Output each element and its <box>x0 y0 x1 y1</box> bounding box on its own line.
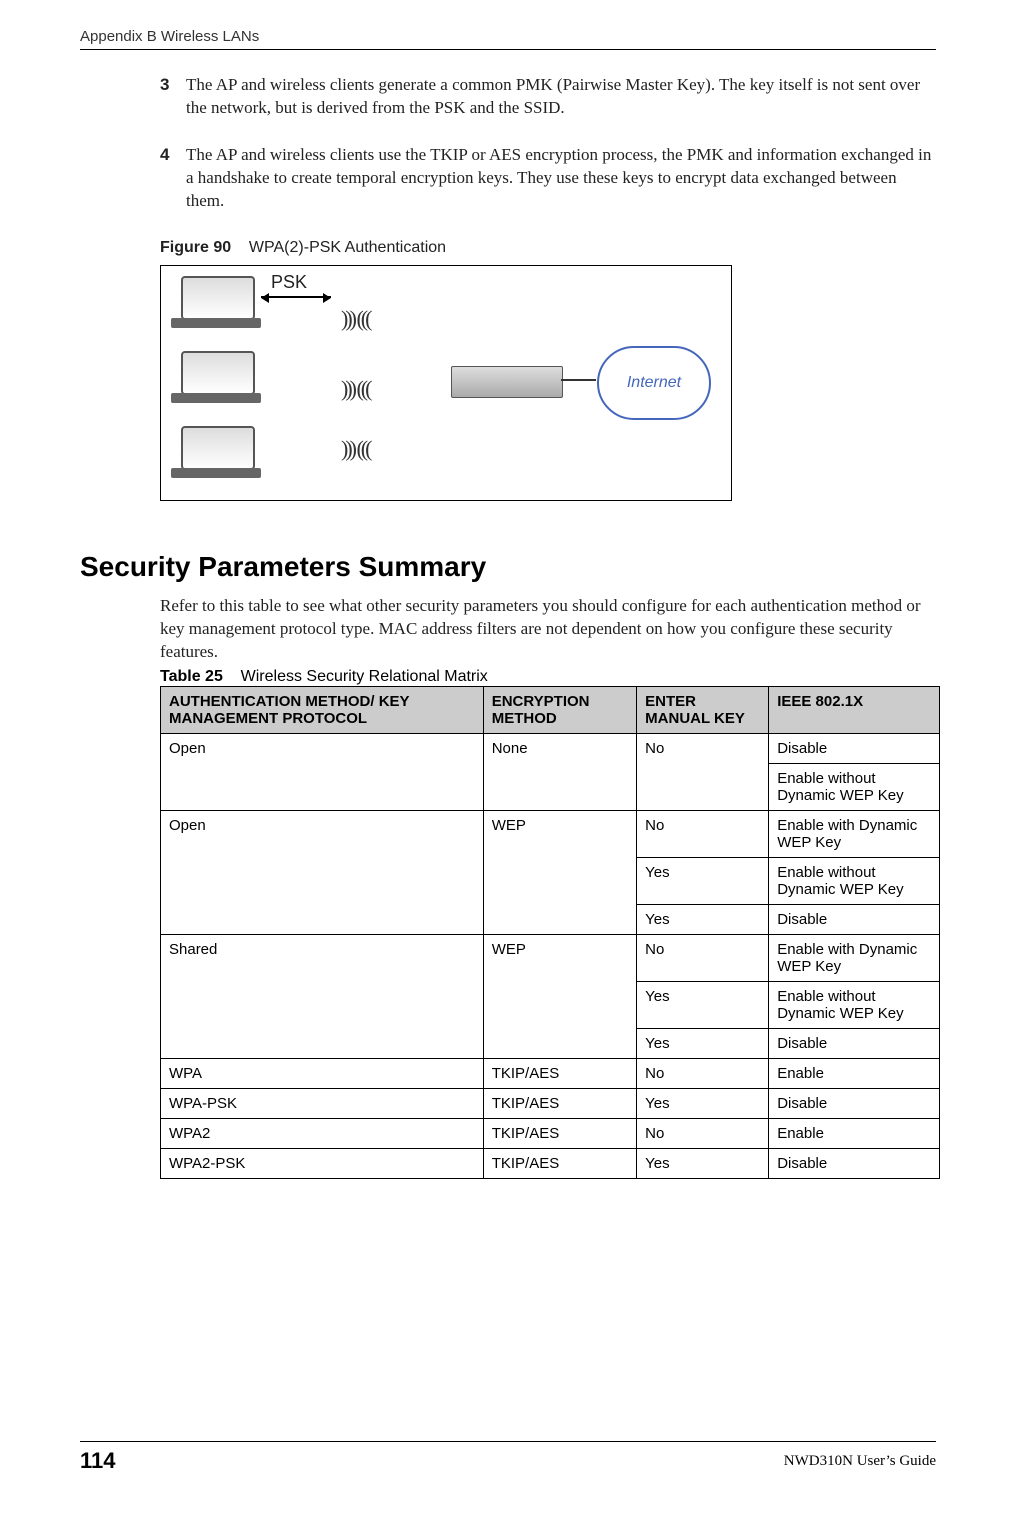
table-row: Open None No Disable <box>161 733 940 763</box>
cell-enc: TKIP/AES <box>483 1058 636 1088</box>
table-caption: Table 25 Wireless Security Relational Ma… <box>80 668 936 686</box>
list-text: The AP and wireless clients use the TKIP… <box>186 144 936 213</box>
table-row: Shared WEP No Enable with Dynamic WEP Ke… <box>161 934 940 981</box>
wifi-waves-icon: ))) ((( <box>341 436 369 462</box>
list-item: 3 The AP and wireless clients generate a… <box>160 74 936 120</box>
table-row: WPA TKIP/AES No Enable <box>161 1058 940 1088</box>
cell-ieee: Enable <box>769 1118 940 1148</box>
cell-enc: TKIP/AES <box>483 1118 636 1148</box>
cell-auth: Open <box>161 733 484 810</box>
laptop-icon <box>181 426 255 470</box>
cell-enc: TKIP/AES <box>483 1088 636 1118</box>
figure-label: Figure 90 <box>160 239 231 256</box>
cell-key: No <box>637 1058 769 1088</box>
page-footer: 114 NWD310N User’s Guide <box>80 1441 936 1474</box>
cell-key: No <box>637 1118 769 1148</box>
security-matrix-table: AUTHENTICATION METHOD/ KEY MANAGEMENT PR… <box>160 686 940 1179</box>
cell-ieee: Enable without Dynamic WEP Key <box>769 981 940 1028</box>
cell-ieee: Disable <box>769 1148 940 1178</box>
wifi-waves-icon: ))) ((( <box>341 376 369 402</box>
table-title: Wireless Security Relational Matrix <box>241 668 488 685</box>
cell-auth: Open <box>161 810 484 934</box>
figure-caption: Figure 90 WPA(2)-PSK Authentication <box>160 239 936 257</box>
table-row: Open WEP No Enable with Dynamic WEP Key <box>161 810 940 857</box>
cell-auth: WPA2-PSK <box>161 1148 484 1178</box>
list-number: 3 <box>160 74 186 120</box>
cell-ieee: Enable without Dynamic WEP Key <box>769 857 940 904</box>
col-key: ENTER MANUAL KEY <box>637 686 769 733</box>
cell-enc: WEP <box>483 810 636 934</box>
laptop-base-icon <box>171 393 261 403</box>
double-arrow-icon <box>261 296 331 298</box>
cell-key: No <box>637 733 769 810</box>
cell-enc: TKIP/AES <box>483 1148 636 1178</box>
col-ieee: IEEE 802.1X <box>769 686 940 733</box>
col-enc: ENCRYPTION METHOD <box>483 686 636 733</box>
guide-name: NWD310N User’s Guide <box>784 1453 936 1470</box>
table-row: WPA2-PSK TKIP/AES Yes Disable <box>161 1148 940 1178</box>
figure-diagram: PSK ))) ((( ))) ((( ))) ((( Internet <box>160 265 732 501</box>
section-text: Refer to this table to see what other se… <box>80 595 936 664</box>
cell-auth: WPA <box>161 1058 484 1088</box>
cell-key: Yes <box>637 904 769 934</box>
cell-key: Yes <box>637 981 769 1028</box>
cell-ieee: Disable <box>769 1028 940 1058</box>
page-number: 114 <box>80 1448 116 1474</box>
laptop-icon <box>181 276 255 320</box>
numbered-list: 3 The AP and wireless clients generate a… <box>80 50 936 501</box>
table-row: WPA-PSK TKIP/AES Yes Disable <box>161 1088 940 1118</box>
cell-ieee: Disable <box>769 904 940 934</box>
cell-key: No <box>637 934 769 981</box>
cell-ieee: Enable with Dynamic WEP Key <box>769 934 940 981</box>
table-row: WPA2 TKIP/AES No Enable <box>161 1118 940 1148</box>
cell-enc: None <box>483 733 636 810</box>
cell-key: No <box>637 810 769 857</box>
router-icon <box>451 366 563 398</box>
cell-key: Yes <box>637 857 769 904</box>
internet-cloud-icon: Internet <box>597 346 711 420</box>
col-auth: AUTHENTICATION METHOD/ KEY MANAGEMENT PR… <box>161 686 484 733</box>
laptop-icon <box>181 351 255 395</box>
cell-key: Yes <box>637 1028 769 1058</box>
cell-auth: Shared <box>161 934 484 1058</box>
laptop-base-icon <box>171 468 261 478</box>
cell-auth: WPA-PSK <box>161 1088 484 1118</box>
section-heading: Security Parameters Summary <box>80 551 936 583</box>
cell-key: Yes <box>637 1088 769 1118</box>
wifi-waves-icon: ))) ((( <box>341 306 369 332</box>
list-text: The AP and wireless clients generate a c… <box>186 74 936 120</box>
psk-label: PSK <box>271 272 307 293</box>
cell-ieee: Disable <box>769 1088 940 1118</box>
table-header-row: AUTHENTICATION METHOD/ KEY MANAGEMENT PR… <box>161 686 940 733</box>
cell-ieee: Enable with Dynamic WEP Key <box>769 810 940 857</box>
list-item: 4 The AP and wireless clients use the TK… <box>160 144 936 213</box>
link-line-icon <box>561 379 596 381</box>
cloud-label: Internet <box>627 374 681 392</box>
list-number: 4 <box>160 144 186 213</box>
cell-auth: WPA2 <box>161 1118 484 1148</box>
cell-ieee: Disable <box>769 733 940 763</box>
header-left: Appendix B Wireless LANs <box>80 28 259 45</box>
cell-ieee: Enable <box>769 1058 940 1088</box>
laptop-base-icon <box>171 318 261 328</box>
cell-ieee: Enable without Dynamic WEP Key <box>769 763 940 810</box>
figure-title: WPA(2)-PSK Authentication <box>249 239 446 256</box>
table-label: Table 25 <box>160 668 223 685</box>
cell-enc: WEP <box>483 934 636 1058</box>
cell-key: Yes <box>637 1148 769 1178</box>
page-header: Appendix B Wireless LANs <box>80 28 936 50</box>
